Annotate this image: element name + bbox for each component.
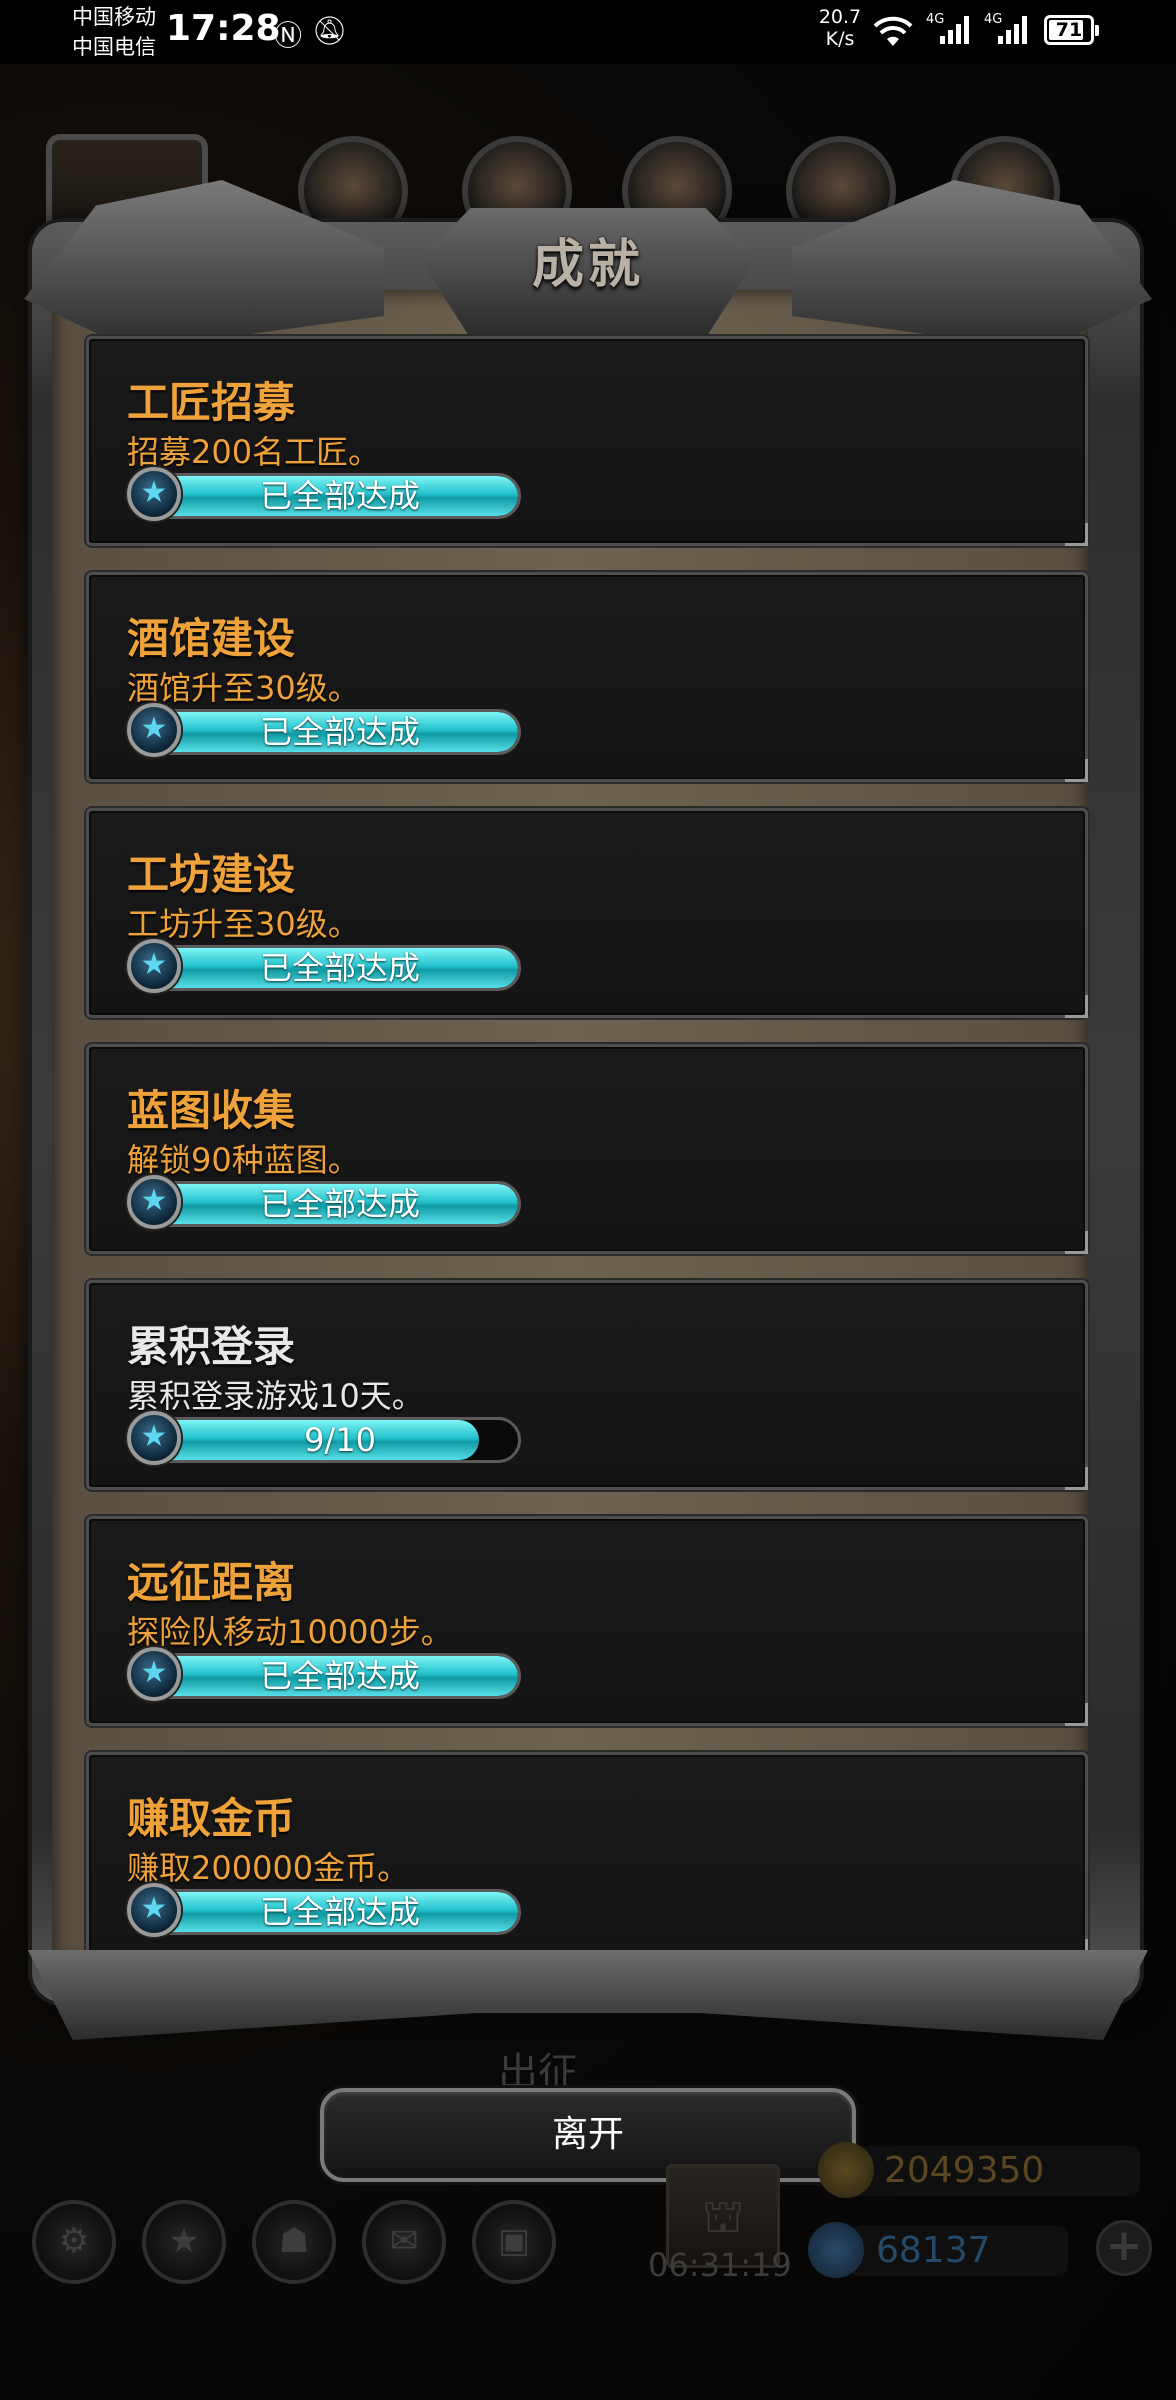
star-badge-icon: ★ (127, 703, 181, 757)
achievement-card[interactable]: 赚取金币赚取200000金币。已全部达成 ★ (86, 1752, 1088, 1962)
achievement-progress-bar: 已全部达成 (129, 1889, 521, 1935)
achievement-description: 累积登录游戏10天。 (127, 1377, 424, 1415)
signal-1-tag: 4G (926, 12, 945, 27)
achievement-description: 工坊升至30级。 (127, 905, 360, 943)
achievement-card[interactable]: 远征距离探险队移动10000步。已全部达成 ★ (86, 1516, 1088, 1726)
signal-2-tag: 4G (984, 12, 1003, 27)
achievement-card[interactable]: 工坊建设工坊升至30级。已全部达成 ★ (86, 808, 1088, 1018)
achievement-description: 招募200名工匠。 (127, 433, 381, 471)
carrier-info: 中国移动 中国电信 (72, 2, 156, 62)
star-badge-icon: ★ (127, 1411, 181, 1465)
achievement-list[interactable]: 工匠招募 招募200名工匠。 已全部达成 ★ 酒馆建设 酒馆升至30级。 已全部达成 ★ 工坊建… (86, 336, 1088, 1988)
achievement-description: 解锁90种蓝图。 (127, 1141, 360, 1179)
star-badge-icon: ★ (127, 1647, 181, 1701)
achievement-title: 累积登录 (127, 1322, 296, 1371)
achievement-progress-bar: 已全部达成 (129, 1653, 521, 1699)
battery-level: 71 (1055, 19, 1083, 41)
achievement-description: 探险队移动10000步。 (127, 1613, 453, 1651)
achievement-card[interactable]: 工匠招募招募200名工匠。已全部达成 ★ (86, 336, 1088, 546)
net-speed: 20.7 K/s (816, 6, 864, 50)
mail-icon[interactable]: ✉ (362, 2200, 446, 2284)
achievement-status: 已全部达成 (259, 1657, 420, 1695)
achievement-status: 9/10 (304, 1421, 376, 1459)
star-badge-icon: ★ (127, 1175, 181, 1229)
settings-gear-icon[interactable]: ⚙ (32, 2200, 116, 2284)
achievement-title: 工坊建设 (127, 850, 296, 899)
clock: 17:28 (166, 8, 281, 49)
achievement-status: 已全部达成 (259, 949, 420, 987)
achievement-title: 蓝图收集 (127, 1086, 296, 1135)
star-badge-icon: ★ (127, 1883, 181, 1937)
achievement-card[interactable]: 酒馆建设酒馆升至30级。已全部达成 ★ (86, 572, 1088, 782)
achievement-progress-bar: 9/10 (129, 1417, 521, 1463)
achievement-description: 酒馆升至30级。 (127, 669, 360, 707)
star-medal-icon[interactable]: ★ (142, 2200, 226, 2284)
status-bar: 中国移动 中国电信 17:28 Ⓝ 🔕︎ 20.7 K/s 4G 4G 71 (0, 0, 1176, 64)
dialog-title: 成就 (531, 235, 644, 295)
net-speed-value: 20.7 (818, 6, 862, 28)
achievement-status: 已全部达成 (259, 1893, 420, 1931)
achievement-title: 酒馆建设 (127, 614, 296, 663)
wifi-icon (873, 16, 913, 46)
achievement-progress-bar: 已全部达成 (129, 1181, 521, 1227)
star-badge-icon: ★ (127, 467, 181, 521)
achievement-description: 赚取200000金币。 (127, 1849, 410, 1887)
achievement-status: 已全部达成 (259, 1185, 420, 1223)
signal-1-icon: 4G (926, 12, 974, 44)
gold-coin-icon (818, 2142, 874, 2198)
mute-bell-icon: 🔕︎ (312, 14, 348, 47)
achievement-progress-bar: 已全部达成 (129, 473, 521, 519)
add-gems-button[interactable]: + (1096, 2220, 1152, 2276)
star-badge-icon: ★ (127, 939, 181, 993)
achievement-title: 工匠招募 (127, 378, 296, 427)
net-speed-unit: K/s (825, 28, 855, 50)
gold-amount: 2049350 (884, 2150, 1045, 2191)
nfc-icon: Ⓝ (274, 19, 303, 52)
hero-helmet-icon[interactable]: ☗ (252, 2200, 336, 2284)
signal-2-icon: 4G (984, 12, 1032, 44)
achievement-card[interactable]: 蓝图收集解锁90种蓝图。已全部达成 ★ (86, 1044, 1088, 1254)
carrier-1: 中国移动 (72, 5, 156, 29)
countdown-timer: 06:31:19 (648, 2246, 792, 2284)
gem-amount: 68137 (876, 2230, 991, 2271)
achievement-progress-bar: 已全部达成 (129, 709, 521, 755)
achievement-card[interactable]: 累积登录累积登录游戏10天。 9/10 ★ (86, 1280, 1088, 1490)
achievement-status: 已全部达成 (259, 713, 420, 751)
battery-icon: 71 (1044, 15, 1099, 45)
gem-icon (808, 2222, 864, 2278)
carrier-2: 中国电信 (72, 35, 156, 59)
achievement-title: 远征距离 (127, 1558, 296, 1607)
achievement-status: 已全部达成 (259, 477, 420, 515)
achievement-progress-bar: 已全部达成 (129, 945, 521, 991)
shop-box-icon[interactable]: ▣ (472, 2200, 556, 2284)
achievement-title: 赚取金币 (127, 1794, 296, 1843)
